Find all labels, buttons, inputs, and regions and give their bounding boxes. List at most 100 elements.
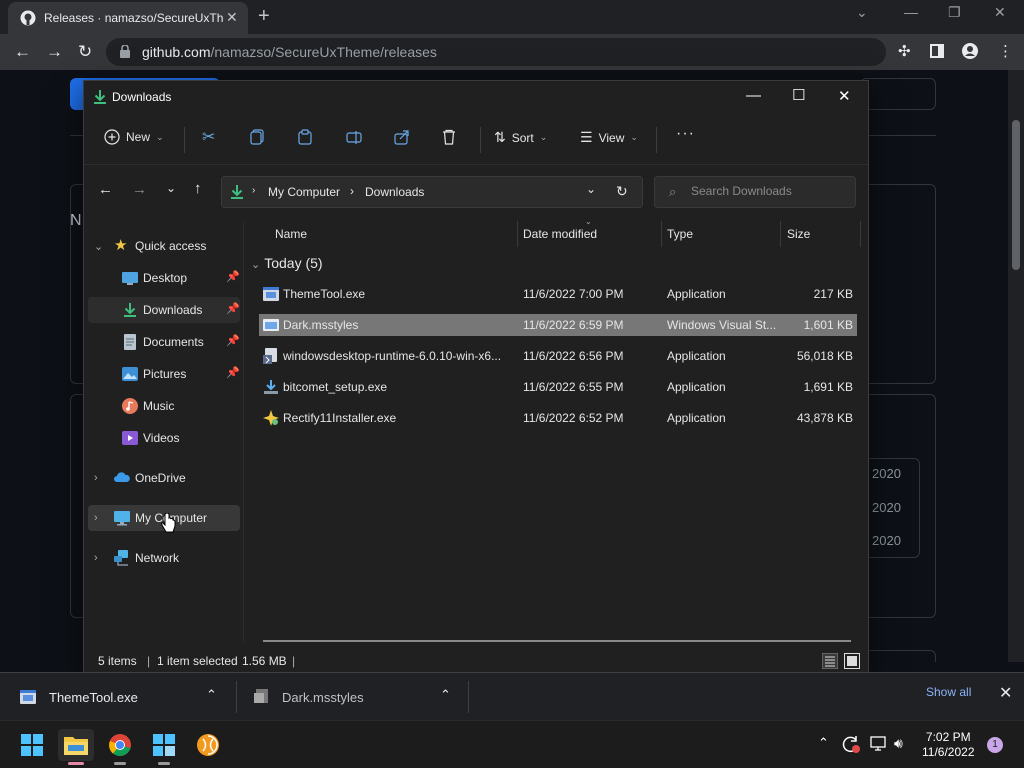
close-window-icon[interactable]: ✕ xyxy=(994,4,1006,21)
column-header-name[interactable]: Name xyxy=(275,227,307,241)
breadcrumb-downloads[interactable]: Downloads xyxy=(365,185,424,199)
tab-close-icon[interactable]: ✕ xyxy=(226,9,238,26)
file-row[interactable]: windowsdesktop-runtime-6.0.10-win-x6... … xyxy=(259,345,857,367)
back-icon[interactable]: ← xyxy=(14,42,31,62)
browser-tab[interactable]: Releases · namazso/SecureUxTheme ✕ xyxy=(8,2,248,34)
chevron-down-icon[interactable]: ⌄ xyxy=(251,259,260,271)
search-input[interactable] xyxy=(691,184,851,198)
nav-item-pictures[interactable]: Pictures 📌 xyxy=(88,361,240,387)
downloads-bar: ThemeTool.exe ⌃ Dark.msstyles ⌃ Show all… xyxy=(0,672,1024,720)
volume-icon[interactable]: 🔊︎ xyxy=(894,735,903,752)
address-bar[interactable]: github.com/namazso/SecureUxTheme/release… xyxy=(106,38,886,66)
file-row[interactable]: bitcomet_setup.exe 11/6/2022 6:55 PM App… xyxy=(259,376,857,398)
nav-item-documents[interactable]: Documents 📌 xyxy=(88,329,240,355)
profile-icon[interactable] xyxy=(962,43,978,59)
horizontal-scrollbar[interactable] xyxy=(263,640,851,642)
nav-onedrive[interactable]: › OneDrive xyxy=(88,465,240,491)
explorer-minimize-icon[interactable]: — xyxy=(746,87,761,104)
show-hidden-icons-icon[interactable]: ⌃ xyxy=(818,735,829,751)
share-icon[interactable] xyxy=(394,129,410,145)
breadcrumb-chevron-icon[interactable]: › xyxy=(350,184,354,198)
explorer-close-icon[interactable]: ✕ xyxy=(838,87,851,105)
explorer-address-bar[interactable]: › My Computer › Downloads ⌄ ↻ xyxy=(221,176,643,208)
nav-item-videos[interactable]: Videos xyxy=(88,425,240,451)
delete-icon[interactable] xyxy=(442,129,456,145)
more-options-icon[interactable]: ··· xyxy=(676,125,695,143)
view-button[interactable]: ☰ View ⌄ xyxy=(580,129,638,146)
sort-button[interactable]: ⇅ Sort ⌄ xyxy=(494,129,547,146)
chevron-right-icon[interactable]: › xyxy=(94,472,98,484)
column-header-type[interactable]: Type xyxy=(667,227,693,241)
explorer-search-box[interactable]: ⌕ xyxy=(654,176,856,208)
network-status-icon[interactable] xyxy=(870,736,888,752)
sparkle-installer-icon xyxy=(263,410,279,426)
nav-item-downloads[interactable]: Downloads 📌 xyxy=(88,297,240,323)
show-all-link[interactable]: Show all xyxy=(926,685,971,699)
chevron-right-icon[interactable]: › xyxy=(94,552,98,564)
cut-icon[interactable]: ✂ xyxy=(202,127,215,147)
recent-locations-icon[interactable]: ⌄ xyxy=(166,181,176,195)
notification-badge[interactable]: 1 xyxy=(987,737,1003,753)
nav-item-music[interactable]: Music xyxy=(88,393,240,419)
explorer-title-bar[interactable]: Downloads — ☐ ✕ xyxy=(84,81,868,113)
close-downloads-bar-icon[interactable]: ✕ xyxy=(999,683,1012,703)
asset-date: 2020 xyxy=(872,500,901,515)
rename-icon[interactable] xyxy=(346,129,362,145)
paste-icon[interactable] xyxy=(298,129,312,145)
column-divider[interactable] xyxy=(517,221,518,247)
column-divider[interactable] xyxy=(860,221,861,247)
column-divider[interactable] xyxy=(661,221,662,247)
taskbar-chrome[interactable] xyxy=(102,729,138,765)
refresh-icon[interactable]: ↻ xyxy=(616,183,628,200)
download-item[interactable]: ThemeTool.exe ⌃ xyxy=(20,673,230,721)
minimize-icon[interactable]: — xyxy=(904,4,918,20)
extensions-icon[interactable]: ✣ xyxy=(898,42,911,60)
new-button[interactable]: New ⌄ xyxy=(104,129,164,145)
nav-quick-access[interactable]: ⌄ ★ Quick access xyxy=(88,233,240,259)
view-label: View xyxy=(598,130,625,145)
back-icon[interactable]: ← xyxy=(98,181,113,198)
page-scrollbar[interactable] xyxy=(1008,70,1024,662)
scrollbar-thumb[interactable] xyxy=(1012,120,1020,270)
github-input[interactable] xyxy=(860,78,936,110)
nav-item-desktop[interactable]: Desktop 📌 xyxy=(88,265,240,291)
sync-status-icon[interactable] xyxy=(842,735,860,753)
download-item[interactable]: Dark.msstyles ⌃ xyxy=(254,673,464,721)
application-icon xyxy=(263,286,279,302)
column-divider[interactable] xyxy=(780,221,781,247)
lock-icon[interactable] xyxy=(120,45,130,58)
details-view-icon[interactable] xyxy=(822,653,838,669)
file-row-selected[interactable]: Dark.msstyles 11/6/2022 6:59 PM Windows … xyxy=(259,314,857,336)
nav-network[interactable]: › Network xyxy=(88,545,240,571)
restore-icon[interactable]: ❐ xyxy=(948,4,961,21)
column-header-date[interactable]: Date modified xyxy=(523,227,597,241)
chevron-up-icon[interactable]: ⌃ xyxy=(206,687,217,703)
explorer-maximize-icon[interactable]: ☐ xyxy=(792,86,805,104)
start-button[interactable] xyxy=(14,729,50,761)
up-icon[interactable]: ↑ xyxy=(194,180,202,197)
chevron-up-icon[interactable]: ⌃ xyxy=(440,687,451,703)
breadcrumb-my-computer[interactable]: My Computer xyxy=(268,185,340,199)
breadcrumb-chevron-icon[interactable]: › xyxy=(252,185,255,196)
taskbar-themetool[interactable] xyxy=(146,729,182,765)
taskbar-file-explorer[interactable] xyxy=(58,729,94,765)
tiles-view-icon[interactable] xyxy=(844,653,860,669)
file-row[interactable]: Rectify11Installer.exe 11/6/2022 6:52 PM… xyxy=(259,407,857,429)
search-icon: ⌕ xyxy=(669,184,677,199)
menu-icon[interactable]: ⋮ xyxy=(998,42,1013,60)
taskbar-clock[interactable]: 7:02 PM 11/6/2022 xyxy=(922,730,975,760)
chevron-down-icon[interactable]: ⌄ xyxy=(94,240,103,253)
chevron-right-icon[interactable]: › xyxy=(94,512,98,524)
taskbar-bitcomet[interactable] xyxy=(190,729,226,761)
copy-icon[interactable] xyxy=(250,129,264,145)
forward-icon[interactable]: → xyxy=(132,181,147,198)
file-row[interactable]: ThemeTool.exe 11/6/2022 7:00 PM Applicat… xyxy=(259,283,857,305)
column-header-size[interactable]: Size xyxy=(787,227,810,241)
new-tab-button[interactable]: + xyxy=(258,5,270,28)
reload-icon[interactable]: ↻ xyxy=(78,42,92,62)
group-header-today[interactable]: ⌄ Today (5) xyxy=(251,255,323,271)
forward-icon[interactable]: → xyxy=(46,42,63,62)
tab-search-icon[interactable]: ⌄ xyxy=(856,4,868,21)
side-panel-icon[interactable] xyxy=(930,44,944,58)
address-history-icon[interactable]: ⌄ xyxy=(586,182,596,196)
